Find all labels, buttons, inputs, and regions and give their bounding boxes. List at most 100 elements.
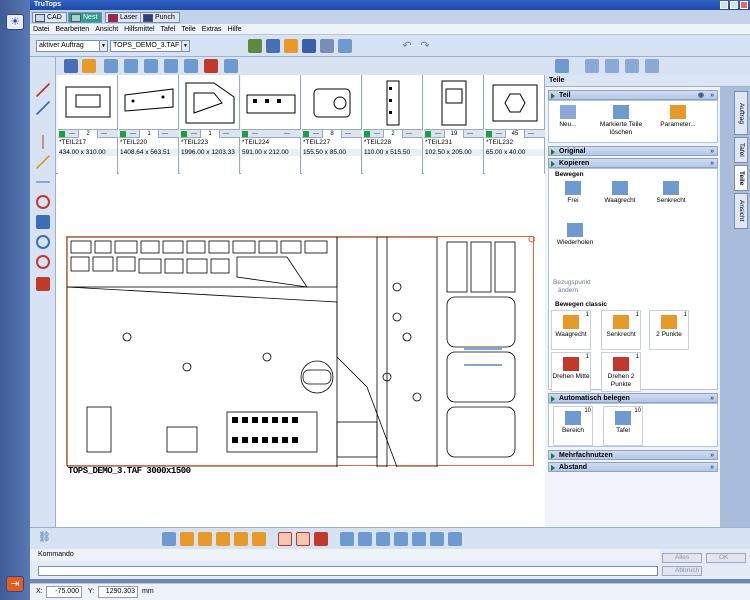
decrement-button[interactable]: --- — [66, 130, 78, 138]
vtab-teile[interactable]: Teile — [734, 165, 748, 191]
part-quantity[interactable]: 8 — [322, 130, 342, 138]
classic-senkrecht-button[interactable]: 1 Senkrecht — [601, 310, 641, 350]
nesting-canvas[interactable]: TOPS_DEMO_3.TAF 3000x1500 — [56, 174, 545, 527]
vertical-line-icon[interactable] — [36, 135, 50, 149]
redo-icon[interactable]: ↷ — [418, 39, 432, 53]
classic-2-punkte-button[interactable]: 12 Punkte — [649, 310, 689, 350]
section-original[interactable]: Original» — [548, 146, 718, 156]
grid-icon[interactable] — [36, 215, 50, 229]
delete-marked-button[interactable]: Markierte Teile löschen — [591, 105, 651, 137]
bereich-button[interactable]: 10 Bereich — [553, 406, 593, 446]
menu-datei[interactable]: Datei — [30, 24, 52, 35]
new-sheet-icon[interactable] — [266, 39, 280, 53]
vtab-tafel[interactable]: Tafel — [734, 137, 748, 163]
part-card-teil231[interactable]: --- 19 --- *TEIL231 102.50 x 205.00 — [424, 75, 484, 174]
view-1-icon[interactable] — [278, 532, 292, 546]
part-quantity[interactable]: 2 — [383, 130, 403, 138]
part-card-teil227[interactable]: --- 8 --- *TEIL227 155.50 x 85.00 — [302, 75, 362, 174]
line-tool-icon[interactable] — [36, 83, 50, 97]
abbruch-button[interactable]: Abbruch — [662, 566, 702, 576]
section-kopieren[interactable]: Kopieren» — [548, 158, 718, 168]
align-1-icon[interactable] — [340, 532, 354, 546]
center-icon[interactable] — [36, 255, 50, 269]
menu-bearbeiten[interactable]: Bearbeiten — [52, 24, 92, 35]
part-quantity[interactable]: 2 — [78, 130, 98, 138]
angle-icon[interactable] — [36, 155, 50, 169]
layout-icon[interactable] — [338, 39, 352, 53]
maximize-icon[interactable] — [730, 1, 738, 9]
zoom-out-icon[interactable] — [216, 532, 230, 546]
close-icon[interactable] — [740, 1, 748, 9]
align-3-icon[interactable] — [376, 532, 390, 546]
part-card-teil228[interactable]: --- 2 --- *TEIL228 110.00 x 515.50 — [363, 75, 423, 174]
open-folder-icon[interactable] — [284, 39, 298, 53]
ok-button[interactable]: OK — [706, 553, 746, 563]
drehen-mitte-button[interactable]: 1 Drehen Mitte — [551, 352, 591, 392]
tool-3-icon[interactable] — [144, 59, 158, 73]
tab-nest[interactable]: Nest — [68, 12, 103, 23]
decrement-button[interactable]: --- — [127, 130, 139, 138]
menu-ansicht[interactable]: Ansicht — [92, 24, 121, 35]
increment-button[interactable]: --- — [159, 130, 171, 138]
decrement-button[interactable]: --- — [371, 130, 383, 138]
menu-hilfsmittel[interactable]: Hilfsmittel — [121, 24, 157, 35]
frei-button[interactable]: Frei — [557, 181, 589, 205]
file-select[interactable]: TOPS_DEMO_3.TAF ▼ — [110, 40, 190, 52]
decrement-button[interactable]: --- — [249, 130, 261, 138]
chevron-icon[interactable]: » — [710, 147, 714, 157]
decrement-button[interactable]: --- — [310, 130, 322, 138]
exit-icon[interactable]: ⇥ — [6, 576, 24, 592]
panel-grid-1-icon[interactable] — [585, 59, 599, 73]
increment-button[interactable]: --- — [342, 130, 354, 138]
delete-icon[interactable] — [36, 277, 50, 291]
network-icon[interactable]: ⛓ — [38, 532, 52, 546]
increment-button[interactable]: --- — [464, 130, 476, 138]
minimize-icon[interactable] — [720, 1, 728, 9]
increment-button[interactable]: --- — [403, 130, 415, 138]
panel-grid-2-icon[interactable] — [605, 59, 619, 73]
add-part-icon[interactable] — [82, 59, 96, 73]
part-card-teil217[interactable]: --- 2 --- *TEIL217 434.00 x 310.00 — [58, 75, 118, 174]
zoom-in-icon[interactable] — [198, 532, 212, 546]
section-teil[interactable]: Teil ◉» — [548, 90, 718, 100]
align-2-icon[interactable] — [358, 532, 372, 546]
measure-icon[interactable] — [36, 101, 50, 115]
sheet[interactable] — [66, 235, 536, 468]
panel-grid-4-icon[interactable] — [645, 59, 659, 73]
senkrecht-button[interactable]: Senkrecht — [651, 181, 691, 205]
increment-button[interactable]: --- — [220, 130, 232, 138]
command-input[interactable] — [38, 566, 658, 576]
section-automatisch[interactable]: Automatisch belegen» — [548, 393, 718, 403]
increment-button[interactable]: --- — [525, 130, 537, 138]
new-part-button[interactable]: Neu... — [553, 105, 583, 129]
tool-1-icon[interactable] — [104, 59, 118, 73]
part-card-teil220[interactable]: --- 1 --- *TEIL220 1408.64 x 563.51 — [119, 75, 179, 174]
section-abstand[interactable]: Abstand» — [548, 462, 718, 472]
increment-button[interactable]: --- — [98, 130, 110, 138]
tab-cad[interactable]: CAD — [32, 12, 67, 23]
drehen-2-punkte-button[interactable]: 1 Drehen 2 Punkte — [601, 352, 641, 392]
start-icon[interactable]: ☀ — [6, 14, 24, 30]
import-icon[interactable] — [248, 39, 262, 53]
part-quantity[interactable]: 1 — [139, 130, 159, 138]
part-quantity[interactable]: 19 — [444, 130, 464, 138]
chevron-icon[interactable]: » — [710, 463, 714, 473]
bezugspunkt-button[interactable]: Bezugspunkt ändern — [553, 279, 591, 295]
wiederholen-button[interactable]: Wiederholen — [553, 223, 597, 247]
align-6-icon[interactable] — [430, 532, 444, 546]
tafel-button[interactable]: 10 Tafel — [603, 406, 643, 446]
zoom-all-icon[interactable] — [234, 532, 248, 546]
vtab-ansicht[interactable]: Ansicht — [734, 193, 748, 229]
part-quantity[interactable]: 1 — [200, 130, 220, 138]
increment-button[interactable]: --- — [281, 130, 293, 138]
section-mehrfachnutzen[interactable]: Mehrfachnutzen» — [548, 450, 718, 460]
classic-waagrecht-button[interactable]: 1 Waagrecht — [551, 310, 591, 350]
zoom-prev-icon[interactable] — [252, 532, 266, 546]
vtab-auftrag[interactable]: Auftrag — [734, 91, 748, 135]
tab-laser[interactable]: Laser — [105, 12, 143, 23]
panel-view-icon[interactable] — [555, 59, 569, 73]
part-list-icon[interactable] — [64, 59, 78, 73]
part-quantity[interactable]: 45 — [505, 130, 525, 138]
zoom-window-icon[interactable] — [180, 532, 194, 546]
tool-4-icon[interactable] — [164, 59, 178, 73]
